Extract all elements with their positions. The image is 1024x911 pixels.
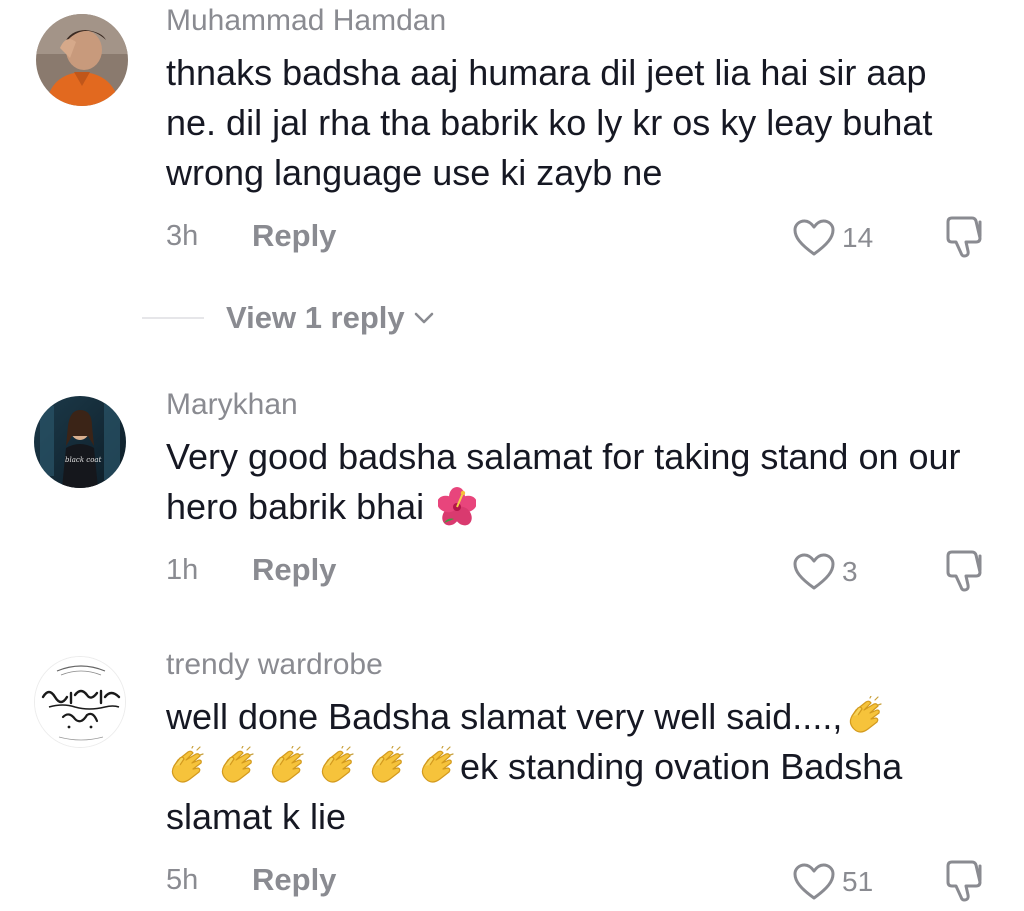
clap-emoji <box>166 746 206 788</box>
like-count: 3 <box>842 556 858 587</box>
clap-emoji <box>366 746 406 788</box>
comment-text: thnaks badsha aaj humara dil jeet lia ha… <box>166 52 933 193</box>
comment-time: 1h <box>166 554 199 586</box>
comment-username[interactable]: Marykhan <box>166 388 298 422</box>
heart-icon <box>793 219 835 256</box>
reply-button[interactable]: Reply <box>252 552 336 588</box>
divider <box>142 317 204 319</box>
comment-text-block: Very good badsha salamat for taking stan… <box>166 432 986 532</box>
comment-username[interactable]: Muhammad Hamdan <box>166 4 446 38</box>
reply-button[interactable]: Reply <box>252 862 336 898</box>
clap-emoji <box>316 746 356 788</box>
hibiscus-emoji <box>438 487 477 527</box>
chevron-down-icon <box>414 312 433 324</box>
comment-text-line3: slamat k lie <box>166 796 347 837</box>
comment-text: Very good badsha salamat for taking stan… <box>166 436 961 527</box>
dislike-button[interactable] <box>944 858 988 909</box>
view-replies-button[interactable]: View 1 reply <box>142 300 435 336</box>
view-replies-label: View 1 reply <box>226 300 405 335</box>
comment-time: 5h <box>166 864 199 896</box>
clap-emoji <box>216 746 256 788</box>
comment-text-line1: well done Badsha slamat very well said..… <box>166 696 843 737</box>
thumbs-down-icon <box>946 550 982 592</box>
avatar[interactable]: black coat <box>34 396 126 488</box>
clap-emoji <box>266 746 306 788</box>
profile-photo-icon: black coat <box>34 396 126 488</box>
like-count: 51 <box>842 866 874 897</box>
avatar-caption: black coat <box>65 456 102 464</box>
dislike-button[interactable] <box>944 214 988 265</box>
reply-button[interactable]: Reply <box>252 218 336 254</box>
comment-text-line2: ek standing ovation Badsha <box>460 746 903 787</box>
urdu-calligraphy-avatar-icon <box>35 657 125 747</box>
heart-icon <box>793 863 835 900</box>
clap-emoji <box>416 746 456 788</box>
like-button[interactable]: 51 <box>792 858 873 906</box>
profile-photo-icon <box>36 14 128 106</box>
comment-username[interactable]: trendy wardrobe <box>166 648 383 682</box>
like-button[interactable]: 3 <box>792 548 858 596</box>
heart-icon <box>793 553 835 590</box>
like-count: 14 <box>842 222 874 253</box>
thumbs-down-icon <box>946 216 982 258</box>
like-button[interactable]: 14 <box>792 214 873 262</box>
avatar[interactable] <box>34 656 126 748</box>
avatar[interactable] <box>36 14 128 106</box>
comment-time: 3h <box>166 220 199 252</box>
comment-text-block: well done Badsha slamat very well said..… <box>166 692 986 842</box>
thumbs-down-icon <box>946 860 982 902</box>
clap-emoji <box>844 696 884 738</box>
dislike-button[interactable] <box>944 548 988 599</box>
